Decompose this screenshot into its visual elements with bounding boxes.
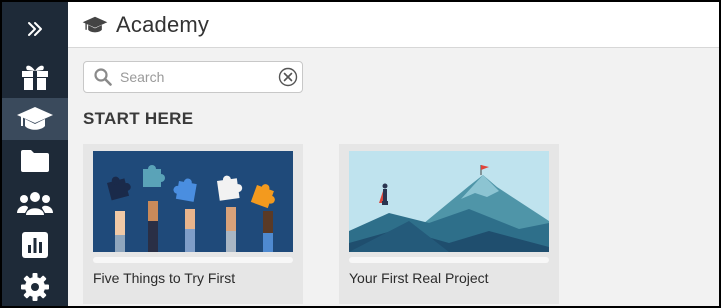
users-icon (17, 192, 53, 215)
card-title: Five Things to Try First (93, 270, 236, 286)
page-header: Academy (68, 2, 719, 48)
sidebar-item-gifts[interactable] (2, 56, 68, 98)
graduation-cap-icon (17, 107, 53, 130)
clear-search-icon[interactable] (278, 67, 298, 87)
sidebar-expand-button[interactable] (2, 8, 68, 50)
mountain-flag-illustration (349, 151, 549, 252)
sidebar-item-files[interactable] (2, 140, 68, 182)
bar-chart-icon (22, 232, 48, 258)
page-title: Academy (116, 11, 210, 37)
gear-icon (21, 273, 49, 301)
course-card[interactable]: Five Things to Try First (83, 144, 303, 304)
search-icon (94, 68, 112, 86)
progress-bar (349, 257, 549, 263)
sidebar-item-reports[interactable] (2, 224, 68, 266)
card-thumbnail (93, 151, 293, 252)
card-thumbnail (349, 151, 549, 252)
progress-bar (93, 257, 293, 263)
search-box (83, 61, 303, 93)
gift-icon (22, 65, 48, 90)
sidebar-item-academy[interactable] (2, 98, 68, 140)
search-input[interactable] (120, 66, 270, 88)
sidebar-item-team[interactable] (2, 182, 68, 224)
app-window: Academy START HERE (0, 0, 721, 308)
course-card[interactable]: Your First Real Project (339, 144, 559, 304)
sidebar-item-settings[interactable] (2, 266, 68, 306)
chevrons-right-icon (28, 22, 42, 36)
sidebar (2, 2, 68, 306)
card-title: Your First Real Project (349, 270, 489, 286)
main-content: START HERE (68, 49, 719, 306)
folder-icon (21, 150, 49, 172)
section-title: START HERE (83, 109, 194, 128)
graduation-cap-icon (82, 16, 108, 32)
puzzle-hands-illustration (93, 151, 293, 252)
